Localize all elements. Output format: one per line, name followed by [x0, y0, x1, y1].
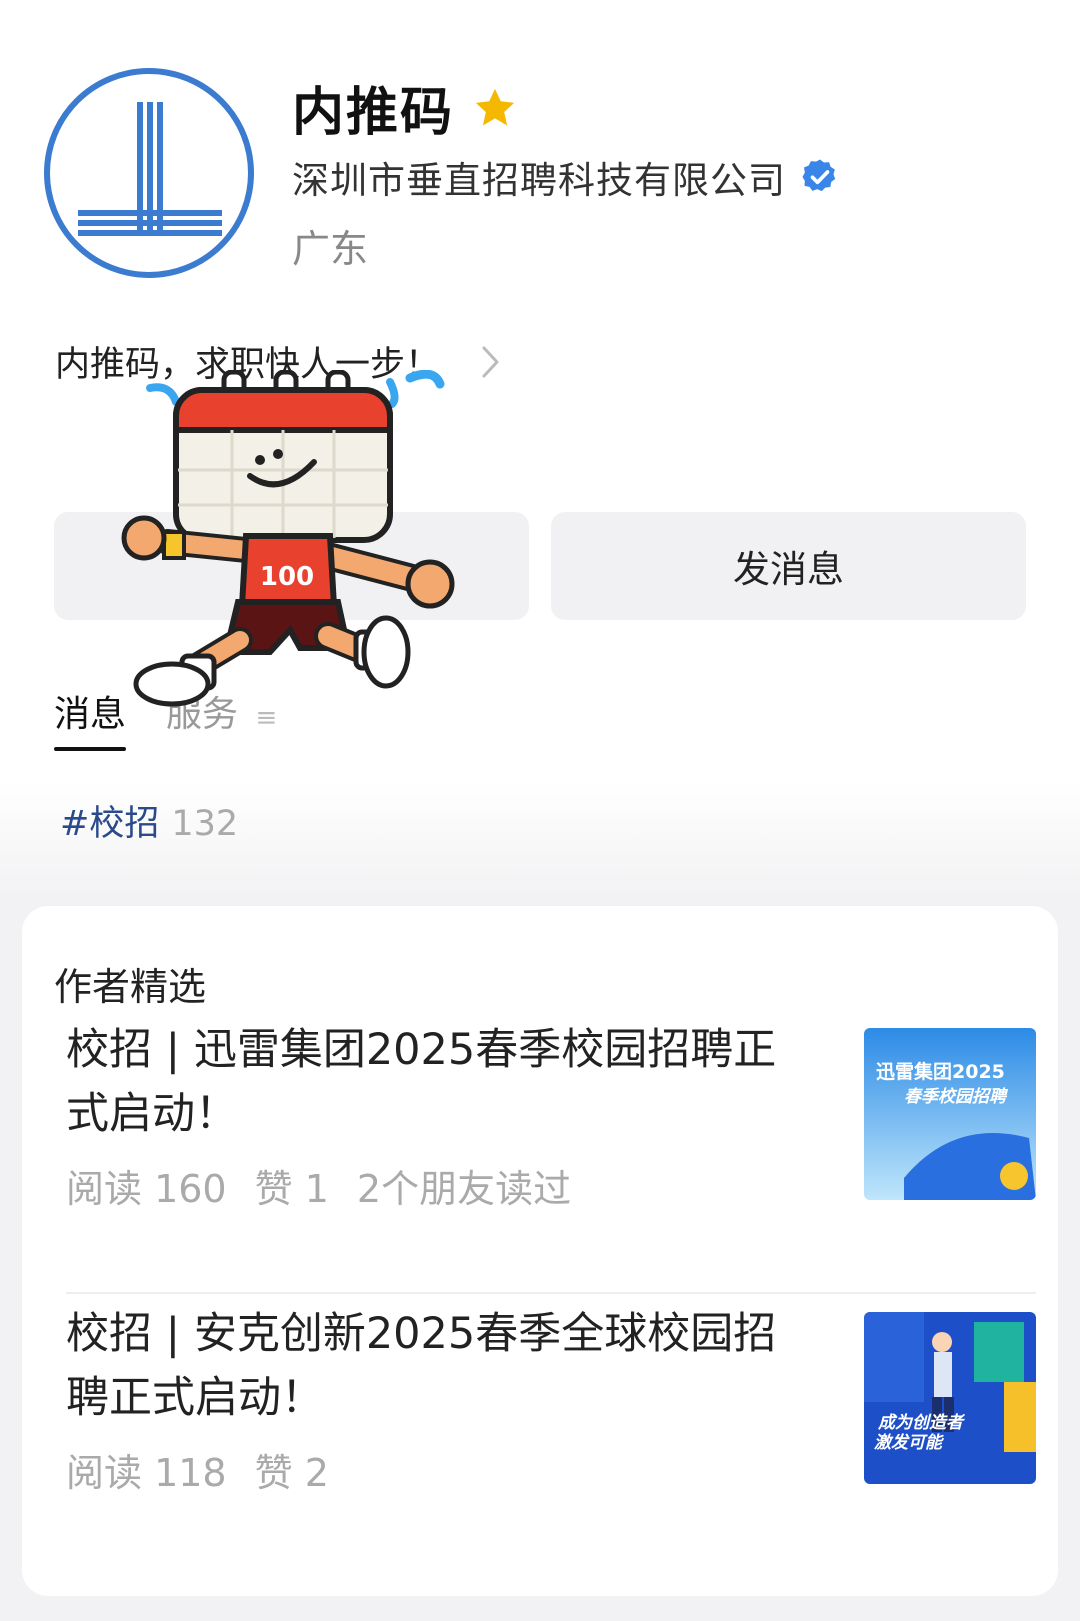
account-name: 内推码: [292, 83, 455, 143]
thumbnail-image: 迅雷集团2025 春季校园招聘: [864, 1028, 1036, 1200]
article-likes: 赞 2: [254, 1451, 329, 1495]
tag-count: 132: [171, 804, 239, 844]
article-likes: 赞 1: [254, 1167, 329, 1211]
company-name: 深圳市垂直招聘科技有限公司: [292, 159, 786, 202]
thumb-text-1: 成为创造者: [877, 1413, 966, 1433]
article-title: 校招 | 安克创新2025春季全球校园招聘正式启动！: [66, 1309, 777, 1423]
region-label: 广东: [292, 227, 369, 271]
tag-label: #校招: [60, 804, 160, 844]
article-reads: 阅读 118: [66, 1451, 227, 1495]
chevron-right-icon: [482, 346, 499, 377]
article-friends: 2个朋友读过: [356, 1167, 572, 1211]
thumb-text-1: 迅雷集团2025: [876, 1060, 1005, 1083]
featured-card: 作者精选 校招 | 迅雷集团2025春季校园招聘正式启动！ 阅读 160 赞 1…: [22, 906, 1058, 1596]
star-icon[interactable]: [472, 85, 518, 131]
divider: [66, 1292, 1036, 1294]
calendar-mascot-sticker: 100: [121, 370, 455, 707]
thumb-text-2: 春季校园招聘: [904, 1087, 1009, 1107]
article-title: 校招 | 迅雷集团2025春季校园招聘正式启动！: [66, 1025, 777, 1139]
company-row: 深圳市垂直招聘科技有限公司: [292, 150, 840, 204]
send-message-label: 发消息: [733, 548, 844, 591]
account-name-row: 内推码: [292, 70, 518, 145]
article-item[interactable]: 校招 | 安克创新2025春季全球校园招聘正式启动！ 阅读 118 赞 2 成为…: [66, 1302, 1036, 1497]
tag-row[interactable]: #校招 132: [60, 795, 238, 846]
thumbnail-image: 成为创造者 激发可能: [864, 1312, 1036, 1484]
tab-messages[interactable]: 消息: [54, 685, 127, 751]
article-thumbnail[interactable]: 成为创造者 激发可能: [864, 1312, 1036, 1484]
send-message-button[interactable]: 发消息: [551, 512, 1026, 620]
article-reads: 阅读 160: [66, 1167, 227, 1211]
verified-icon: [802, 159, 836, 192]
jersey-number: 100: [260, 562, 314, 592]
logo-icon: [78, 102, 222, 236]
account-avatar[interactable]: [44, 68, 254, 278]
featured-title: 作者精选: [54, 965, 207, 1009]
article-item[interactable]: 校招 | 迅雷集团2025春季校园招聘正式启动！ 阅读 160 赞 1 2个朋友…: [66, 1018, 1036, 1213]
article-thumbnail[interactable]: 迅雷集团2025 春季校园招聘: [864, 1028, 1036, 1200]
thumb-text-2: 激发可能: [874, 1433, 945, 1453]
